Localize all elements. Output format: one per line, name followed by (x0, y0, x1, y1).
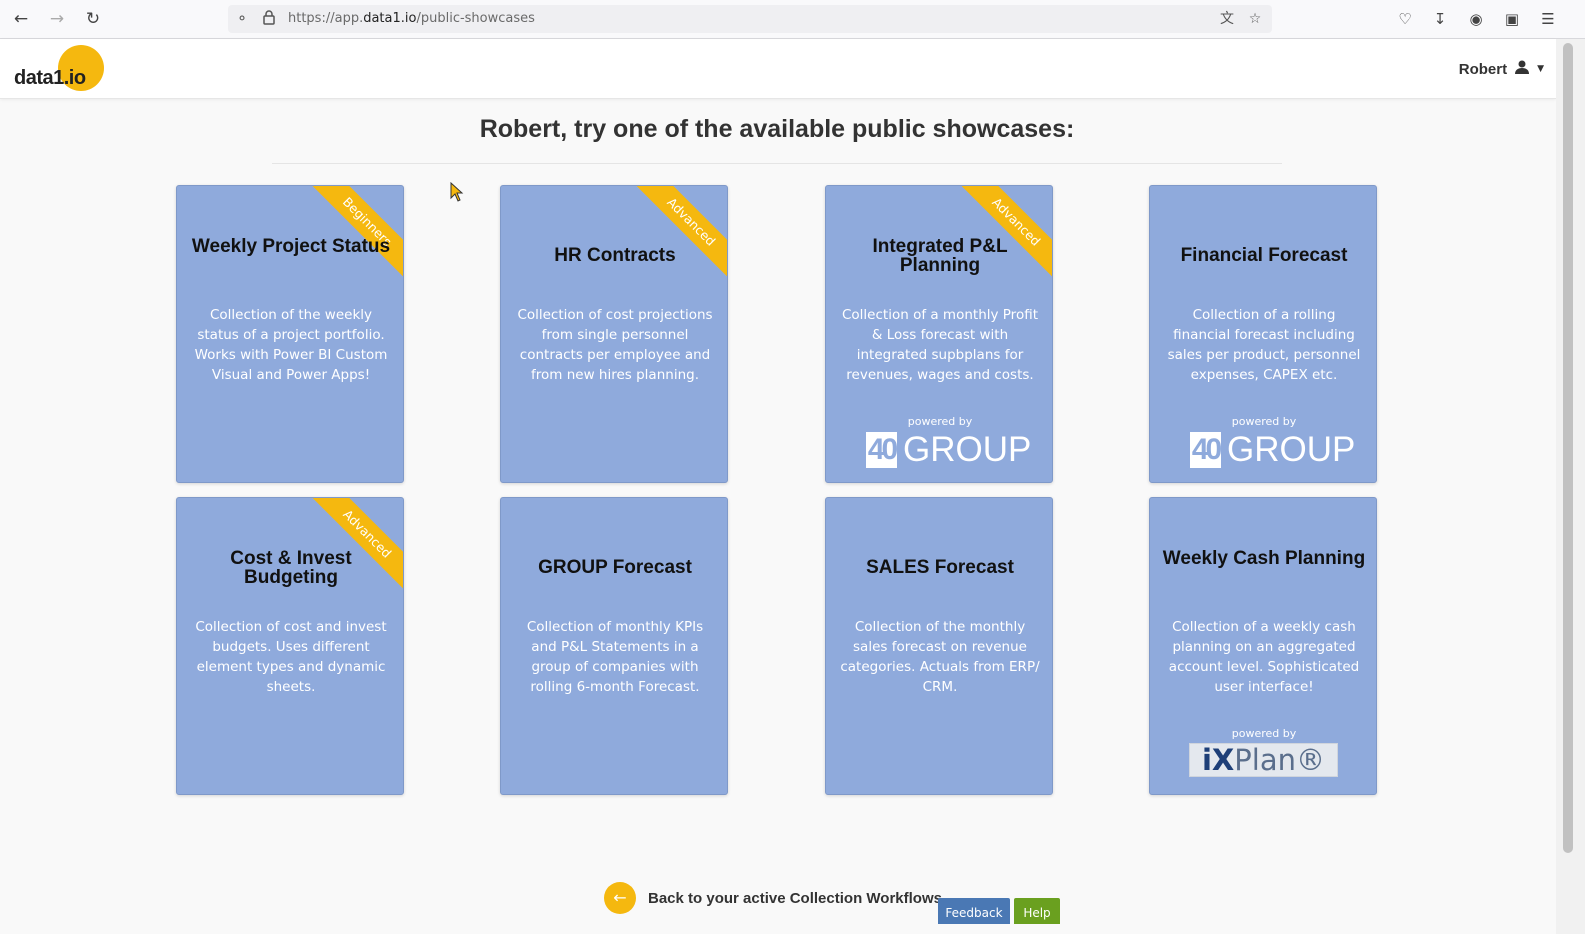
forty-group-logo-box: 40 (1190, 432, 1222, 468)
showcase-card-hr-contracts[interactable]: Advanced HR Contracts Collection of cost… (500, 185, 728, 483)
card-description: Collection of a weekly cash planning on … (1168, 619, 1360, 695)
back-icon[interactable]: ← (10, 8, 32, 30)
ixplan-logo-rest: Plan® (1234, 743, 1325, 777)
card-title: HR Contracts (554, 245, 676, 266)
url-text[interactable]: https://app.data1.io/public-showcases (288, 11, 535, 26)
account-icon[interactable]: ◉ (1465, 8, 1487, 30)
card-description: Collection of a rolling financial foreca… (1167, 307, 1361, 383)
divider (272, 163, 1282, 164)
card-title: Cost & Invest Budgeting (230, 548, 352, 588)
forward-icon[interactable]: → (46, 8, 68, 30)
lock-icon[interactable] (260, 10, 278, 28)
scrollbar-thumb[interactable] (1563, 43, 1573, 853)
url-path: /public-showcases (416, 11, 535, 26)
card-title: GROUP Forecast (538, 557, 692, 578)
user-name: Robert (1458, 60, 1508, 78)
translate-icon[interactable]: 文 (1218, 10, 1236, 28)
back-link-label: Back to your active Collection Workflows (648, 889, 942, 907)
forty-group-logo-box: 40 (866, 432, 898, 468)
card-description: Collection of monthly KPIs and P&L State… (526, 619, 704, 695)
powered-by-label: powered by (1231, 415, 1297, 428)
browser-toolbar: ← → ↻ ⚬ https://app.data1.io/public-show… (0, 0, 1585, 39)
feedback-button[interactable]: Feedback (938, 898, 1010, 924)
powered-by-label: powered by (1231, 727, 1297, 740)
card-description: Collection of a monthly Profit & Loss fo… (842, 307, 1038, 383)
card-title: Integrated P&L Planning (872, 236, 1008, 276)
ixplan-logo-ix: iX (1201, 743, 1235, 777)
url-host: data1.io (363, 11, 417, 26)
card-title: Weekly Project Status (191, 236, 391, 257)
user-menu[interactable]: Robert ▼ (1459, 59, 1544, 79)
card-description: Collection of cost projections from sing… (517, 307, 713, 383)
reload-icon[interactable]: ↻ (82, 8, 104, 30)
card-title: SALES Forecast (866, 557, 1014, 578)
download-icon[interactable]: ↧ (1429, 8, 1451, 30)
logo-text: data1.io (14, 67, 86, 89)
back-to-workflows-link[interactable]: ← Back to your active Collection Workflo… (604, 882, 942, 914)
ixplan-logo: iXPlan® (1189, 743, 1338, 777)
page-title: Robert, try one of the available public … (479, 115, 1075, 143)
card-title: Financial Forecast (1180, 245, 1348, 266)
chevron-down-icon: ▼ (1537, 64, 1544, 74)
showcase-card-weekly-project-status[interactable]: Beginners Weekly Project Status Collecti… (176, 185, 404, 483)
showcase-card-cost-invest-budgeting[interactable]: Advanced Cost & Invest Budgeting Collect… (176, 497, 404, 795)
app-header: data1.io Robert ▼ (0, 39, 1556, 99)
forty-group-logo-word: GROUP (903, 430, 1032, 469)
ribbon-badge: Advanced (632, 186, 727, 281)
help-button[interactable]: Help (1014, 898, 1060, 924)
powered-by-label: powered by (907, 415, 973, 428)
showcase-card-group-forecast[interactable]: GROUP Forecast Collection of monthly KPI… (500, 497, 728, 795)
showcase-card-financial-forecast[interactable]: Financial Forecast Collection of a rolli… (1149, 185, 1377, 483)
user-icon (1515, 60, 1530, 78)
address-bar[interactable]: ⚬ https://app.data1.io/public-showcases … (228, 5, 1272, 33)
mouse-cursor-icon (450, 181, 464, 202)
star-icon[interactable]: ☆ (1246, 10, 1264, 28)
url-prefix: https://app. (288, 11, 364, 26)
menu-icon[interactable]: ☰ (1537, 8, 1559, 30)
pocket-icon[interactable]: ♡ (1394, 8, 1416, 30)
shield-icon[interactable]: ⚬ (233, 10, 251, 28)
showcase-card-weekly-cash-planning[interactable]: Weekly Cash Planning Collection of a wee… (1149, 497, 1377, 795)
card-title: Weekly Cash Planning (1162, 548, 1366, 569)
card-description: Collection of cost and invest budgets. U… (195, 619, 387, 695)
extensions-icon[interactable]: ▣ (1501, 8, 1523, 30)
showcase-card-integrated-pl-planning[interactable]: Advanced Integrated P&L Planning Collect… (825, 185, 1053, 483)
forty-group-logo: 40 GROUP (866, 430, 1031, 470)
forty-group-logo: 40 GROUP (1190, 430, 1355, 470)
forty-group-logo-word: GROUP (1227, 430, 1356, 469)
arrow-left-icon: ← (604, 882, 636, 914)
ribbon-badge: Beginners (308, 186, 403, 281)
scrollbar[interactable] (1556, 39, 1585, 934)
data1-logo[interactable]: data1.io (14, 45, 114, 95)
showcase-card-sales-forecast[interactable]: SALES Forecast Collection of the monthly… (825, 497, 1053, 795)
card-description: Collection of the weekly status of a pro… (194, 307, 388, 383)
card-description: Collection of the monthly sales forecast… (840, 619, 1040, 695)
